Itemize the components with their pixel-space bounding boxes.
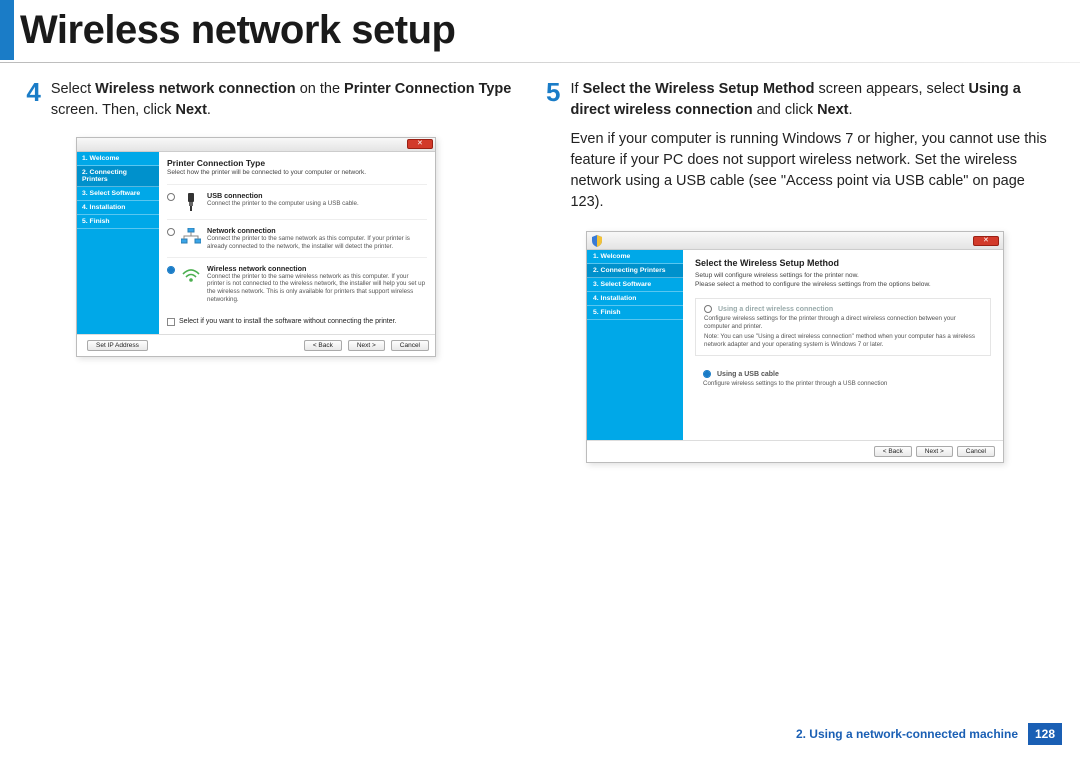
option-wireless-connection[interactable]: Wireless network connection Connect the … <box>167 257 427 310</box>
sidebar-item: 3. Select Software <box>77 187 159 201</box>
screenshot-printer-connection-type: 1. Welcome 2. Connecting Printers 3. Sel… <box>76 137 436 357</box>
panel-subtitle: Select how the printer will be connected… <box>167 169 427 176</box>
page-title: Wireless network setup <box>20 8 455 53</box>
footer-section: 2. Using a network-connected machine <box>796 727 1018 741</box>
cancel-button[interactable]: Cancel <box>957 446 995 457</box>
usb-cable-icon <box>181 191 201 213</box>
option-usb-connection[interactable]: USB connection Connect the printer to th… <box>167 184 427 219</box>
close-icon[interactable] <box>407 139 433 149</box>
shield-icon <box>591 235 603 247</box>
next-button[interactable]: Next > <box>916 446 953 457</box>
option-desc: Connect the printer to the same network … <box>207 235 427 251</box>
sidebar-item: 1. Welcome <box>77 152 159 166</box>
network-icon <box>181 226 201 248</box>
option-usb-cable[interactable]: Using a USB cable Configure wireless set… <box>695 366 991 394</box>
radio-icon[interactable] <box>704 305 712 313</box>
close-icon[interactable] <box>973 236 999 246</box>
step-5-text: If Select the Wireless Setup Method scre… <box>570 79 1050 213</box>
back-button[interactable]: < Back <box>874 446 912 457</box>
step-number-5: 5 <box>546 79 560 106</box>
option-desc: Configure wireless settings for the prin… <box>704 315 982 331</box>
radio-icon[interactable] <box>167 193 175 201</box>
step-5-note: Even if your computer is running Windows… <box>570 131 1046 210</box>
step-number-4: 4 <box>24 79 41 106</box>
sidebar-item: 2. Connecting Printers <box>77 166 159 187</box>
option-desc: Configure wireless settings to the print… <box>703 380 983 388</box>
option-title: Network connection <box>207 226 427 235</box>
window-titlebar <box>587 232 1003 250</box>
sidebar-item: 4. Installation <box>587 292 683 306</box>
cancel-button[interactable]: Cancel <box>391 340 429 351</box>
title-accent <box>0 0 14 60</box>
next-button[interactable]: Next > <box>348 340 385 351</box>
page-footer: 2. Using a network-connected machine 128 <box>796 723 1062 745</box>
option-desc: Connect the printer to the computer usin… <box>207 200 427 208</box>
panel-title: Printer Connection Type <box>167 158 427 168</box>
sidebar-item: 3. Select Software <box>587 278 683 292</box>
window-titlebar <box>77 138 435 152</box>
option-direct-wireless[interactable]: Using a direct wireless connection Confi… <box>695 298 991 356</box>
radio-icon[interactable] <box>703 370 711 378</box>
option-title: USB connection <box>207 191 427 200</box>
back-button[interactable]: < Back <box>304 340 342 351</box>
checkbox-label: Select if you want to install the softwa… <box>179 318 397 325</box>
step-4-text: Select Wireless network connection on th… <box>51 79 528 121</box>
radio-icon[interactable] <box>167 228 175 236</box>
wizard-sidebar: 1. Welcome 2. Connecting Printers 3. Sel… <box>587 250 683 440</box>
option-title: Wireless network connection <box>207 264 427 273</box>
wizard-sidebar: 1. Welcome 2. Connecting Printers 3. Sel… <box>77 152 159 334</box>
page-number: 128 <box>1028 723 1062 745</box>
wifi-icon <box>181 264 201 286</box>
sidebar-item: 1. Welcome <box>587 250 683 264</box>
panel-title: Select the Wireless Setup Method <box>695 258 991 268</box>
option-desc: Connect the printer to the same wireless… <box>207 273 427 304</box>
option-title: Using a direct wireless connection <box>718 306 833 313</box>
sidebar-item: 4. Installation <box>77 201 159 215</box>
sidebar-item: 5. Finish <box>77 215 159 229</box>
set-ip-address-button[interactable]: Set IP Address <box>87 340 148 351</box>
option-title: Using a USB cable <box>717 371 779 378</box>
install-without-connection-checkbox[interactable]: Select if you want to install the softwa… <box>167 318 427 326</box>
sidebar-item: 5. Finish <box>587 306 683 320</box>
option-note: Note: You can use "Using a direct wirele… <box>704 333 982 349</box>
radio-icon[interactable] <box>167 266 175 274</box>
panel-line: Please select a method to configure the … <box>695 281 991 288</box>
option-network-connection[interactable]: Network connection Connect the printer t… <box>167 219 427 257</box>
sidebar-item: 2. Connecting Printers <box>587 264 683 278</box>
screenshot-wireless-setup-method: 1. Welcome 2. Connecting Printers 3. Sel… <box>586 231 1004 463</box>
checkbox-icon[interactable] <box>167 318 175 326</box>
panel-line: Setup will configure wireless settings f… <box>695 272 991 279</box>
